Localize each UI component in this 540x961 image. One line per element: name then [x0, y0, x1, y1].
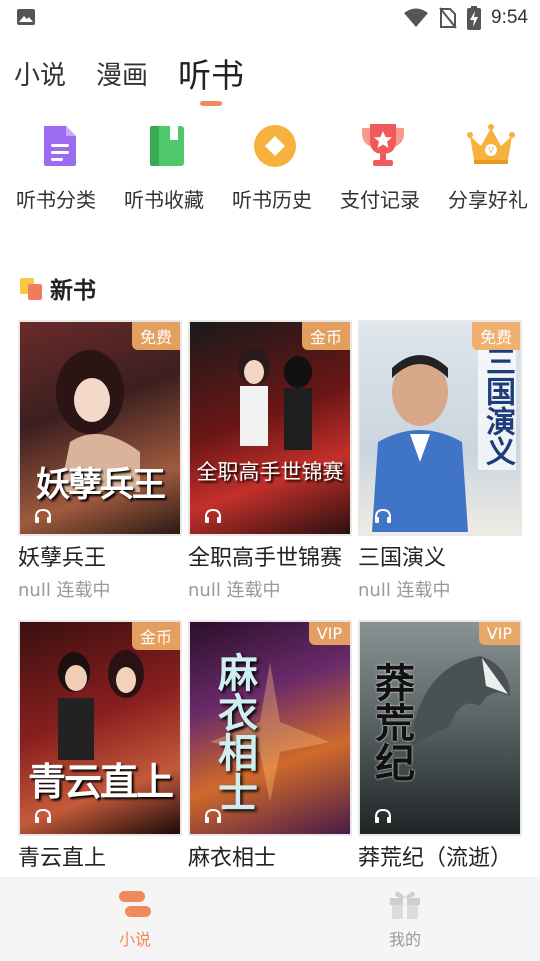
book-title: 三国演义 [358, 546, 447, 571]
headphones-icon [35, 808, 51, 823]
section-marker-icon [20, 275, 44, 301]
headphones-icon [35, 508, 51, 523]
book-title: 妖孽兵王 [18, 546, 107, 571]
top-tabs: 小说 漫画 听书 [14, 48, 274, 106]
book-title: 青云直上 [18, 846, 107, 871]
book-cover: 莽荒纪 VIP [358, 620, 522, 836]
category-audiobook-classification[interactable]: 听书分类 [16, 120, 96, 213]
history-diamond-icon [254, 125, 296, 167]
tab-novel[interactable]: 小说 [14, 54, 66, 98]
bottom-navigation: 小说 我的 [0, 877, 540, 961]
nav-item-profile[interactable]: 我的 [365, 888, 445, 950]
category-shortcuts: 听书分类 听书收藏 听书历史 支付记录 V 分享好礼 [0, 120, 540, 250]
book-status: null 连载中 [358, 580, 451, 601]
price-badge: 金币 [131, 622, 180, 650]
book-card[interactable]: 金币 青云直上 青云直上 [18, 620, 182, 872]
active-tab-indicator [200, 101, 223, 106]
image-notification-icon [17, 9, 35, 25]
document-icon [44, 126, 76, 166]
cover-title: 妖孽兵王 [36, 465, 166, 505]
battery-charging-icon [467, 6, 482, 30]
book-card[interactable]: 金币 全职高手世锦赛 全职高手世锦赛 null 连载中 [188, 320, 352, 602]
category-share-gift[interactable]: V 分享好礼 [448, 120, 528, 213]
crown-icon: V [467, 124, 515, 164]
wifi-icon [404, 8, 429, 27]
price-badge: 免费 [131, 322, 180, 350]
nav-label: 小说 [118, 930, 151, 949]
cover-illustration [372, 355, 468, 532]
book-status: null 连载中 [188, 580, 281, 601]
book-title: 全职高手世锦赛 [188, 546, 343, 571]
price-badge: 金币 [301, 322, 350, 350]
bookmark-book-icon [150, 126, 184, 166]
category-label: 支付记录 [340, 188, 420, 212]
category-label: 分享好礼 [448, 188, 528, 212]
category-payment-records[interactable]: 支付记录 [340, 120, 420, 213]
cover-vertical-title: 麻衣相士 [211, 652, 257, 812]
headphones-icon [205, 808, 221, 823]
book-title: 莽荒纪（流逝） [358, 846, 513, 871]
cover-illustration [58, 650, 144, 760]
section-title: 新书 [50, 278, 96, 304]
book-cover: 麻衣相士 VIP [188, 620, 352, 836]
price-badge: VIP [478, 622, 520, 645]
cover-vertical-title: 三国演义 [478, 342, 516, 470]
category-label: 听书历史 [232, 188, 312, 212]
cover-title: 全职高手世锦赛 [196, 460, 344, 484]
book-card[interactable]: 麻衣相士 VIP 麻衣相士 [188, 620, 352, 872]
tab-comic[interactable]: 漫画 [96, 54, 148, 98]
book-cover: 三国演义 免费 [358, 320, 522, 536]
category-audiobook-history[interactable]: 听书历史 [232, 120, 312, 213]
nav-label: 我的 [388, 930, 421, 949]
headphones-icon [375, 508, 391, 523]
novel-icon [119, 891, 151, 917]
tab-audiobook[interactable]: 听书 [178, 54, 245, 106]
status-bar: 9:54 [0, 0, 540, 36]
category-audiobook-favorites[interactable]: 听书收藏 [124, 120, 204, 213]
price-badge: VIP [308, 622, 350, 645]
gift-icon [390, 891, 420, 919]
price-badge: 免费 [471, 322, 520, 350]
tab-audiobook-label: 听书 [178, 56, 245, 95]
no-sim-icon [439, 7, 457, 29]
book-card[interactable]: 免费 妖孽兵王 妖孽兵王 null 连载中 [18, 320, 182, 602]
category-label: 听书收藏 [124, 188, 204, 212]
book-cover: 免费 妖孽兵王 [18, 320, 182, 536]
book-title: 麻衣相士 [188, 846, 277, 871]
svg-text:V: V [488, 146, 494, 155]
headphones-icon [375, 808, 391, 823]
cover-vertical-title: 莽荒纪 [368, 662, 414, 782]
book-cover: 金币 青云直上 [18, 620, 182, 836]
cover-title: 青云直上 [27, 760, 174, 804]
book-status: null 连载中 [18, 580, 111, 601]
trophy-icon [362, 124, 404, 166]
book-card[interactable]: 莽荒纪 VIP 莽荒纪（流逝） [358, 620, 522, 872]
clock: 9:54 [491, 7, 528, 28]
category-label: 听书分类 [16, 188, 96, 212]
section-header-new-books: 新书 [20, 270, 96, 306]
book-cover: 金币 全职高手世锦赛 [188, 320, 352, 536]
nav-item-novel[interactable]: 小说 [95, 888, 175, 950]
book-card[interactable]: 三国演义 免费 三国演义 null 连载中 [358, 320, 522, 602]
headphones-icon [205, 508, 221, 523]
